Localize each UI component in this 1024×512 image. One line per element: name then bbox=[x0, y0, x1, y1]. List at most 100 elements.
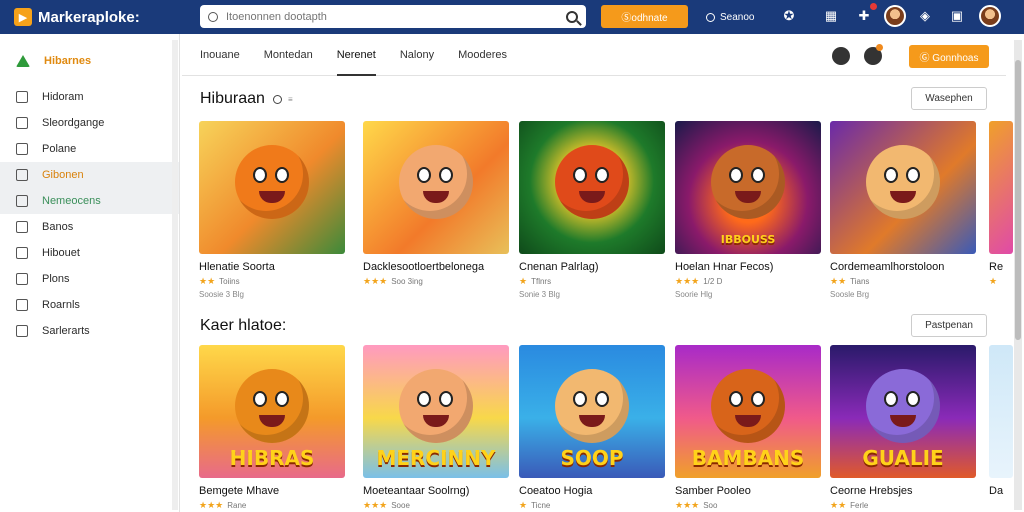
scroll-thumb[interactable] bbox=[1015, 60, 1021, 340]
game-title[interactable]: Da bbox=[989, 485, 1013, 497]
game-meta-text: Soo bbox=[703, 501, 718, 510]
puzzle-icon[interactable]: ✚ bbox=[856, 8, 872, 24]
game-thumbnail[interactable]: HIBRAS bbox=[199, 345, 345, 478]
game-thumbnail[interactable]: MERCINNY bbox=[363, 345, 509, 478]
game-title[interactable]: Dacklesootloertbelonega bbox=[363, 261, 509, 273]
avatar[interactable] bbox=[884, 5, 906, 27]
game-title[interactable]: Coeatoo Hogia bbox=[519, 485, 665, 497]
calendar-icon[interactable]: ▣ bbox=[949, 8, 965, 24]
tab-2[interactable]: Nerenet bbox=[336, 34, 376, 76]
sidebar-item-9[interactable]: Sarlerarts bbox=[0, 318, 179, 344]
home-icon bbox=[16, 55, 30, 67]
search-box[interactable] bbox=[200, 5, 586, 28]
tab-0[interactable]: Inouane bbox=[200, 34, 240, 76]
game-title[interactable]: Samber Pooleo bbox=[675, 485, 821, 497]
character-illustration bbox=[711, 145, 785, 219]
see-all-button-1[interactable]: Wasephen bbox=[911, 87, 987, 110]
eye bbox=[884, 391, 898, 407]
game-card[interactable]: HIBRAS Bemgete Mhave ★★★ Rane bbox=[199, 345, 345, 512]
character-illustration bbox=[399, 145, 473, 219]
character-illustration bbox=[866, 145, 940, 219]
character-illustration bbox=[711, 369, 785, 443]
game-thumbnail[interactable]: SOOP bbox=[519, 345, 665, 478]
game-title[interactable]: Re bbox=[989, 261, 1013, 273]
eye bbox=[906, 167, 920, 183]
game-card[interactable]: Re ★ bbox=[989, 121, 1013, 290]
tab-3[interactable]: Nalony bbox=[400, 34, 434, 76]
game-thumbnail[interactable] bbox=[989, 121, 1013, 254]
sidebar-item-3[interactable]: Gibonen bbox=[0, 162, 179, 188]
sidebar-item-label: Hidoram bbox=[42, 91, 84, 103]
sidebar-item-8[interactable]: Roarnls bbox=[0, 292, 179, 318]
page-scrollbar[interactable] bbox=[1014, 40, 1022, 510]
game-thumbnail[interactable] bbox=[519, 121, 665, 254]
mouth bbox=[890, 415, 916, 427]
see-all-button-2[interactable]: Pastpenan bbox=[911, 314, 987, 337]
tab-1[interactable]: Montedan bbox=[264, 34, 313, 76]
game-title[interactable]: Cordemeamlhorstoloon bbox=[830, 261, 976, 273]
sidebar-item-label: Sarlerarts bbox=[42, 325, 90, 337]
game-card[interactable]: Dacklesootloertbelonega ★★★ Soo 3ing bbox=[363, 121, 509, 290]
game-card[interactable]: Hlenatie Soorta ★★ Toiins Soosie 3 Blg bbox=[199, 121, 345, 299]
game-banner-text: HIBRAS bbox=[229, 446, 315, 470]
game-banner-text: GUALIE bbox=[862, 446, 944, 470]
grid-icon[interactable]: ▦ bbox=[823, 8, 839, 24]
top-search-link[interactable]: Seanoo bbox=[706, 0, 754, 34]
sidebar-item-4[interactable]: Nemeocens bbox=[0, 188, 179, 214]
logo[interactable]: ▶ Markeraploke: bbox=[14, 8, 194, 26]
search-icon[interactable] bbox=[272, 94, 282, 104]
eye bbox=[417, 167, 431, 183]
game-title[interactable]: Bemgete Mhave bbox=[199, 485, 345, 497]
notification-badge bbox=[876, 44, 883, 51]
user-avatar[interactable] bbox=[979, 5, 1001, 27]
game-card[interactable]: Cordemeamlhorstoloon ★★ Tians Soosle Brg bbox=[830, 121, 976, 299]
game-thumbnail[interactable] bbox=[989, 345, 1013, 478]
chat-icon[interactable] bbox=[832, 47, 850, 65]
sidebar-item-2[interactable]: Polane bbox=[0, 136, 179, 162]
mouth bbox=[259, 415, 285, 427]
game-card[interactable]: Cnenan Palrlag) ★ Tflnrs Sonie 3 Blg bbox=[519, 121, 665, 299]
game-thumbnail[interactable]: BAMBANS bbox=[675, 345, 821, 478]
top-action-button[interactable]: Ⓢodhnate bbox=[601, 5, 688, 28]
game-subtext: Sonie 3 Blg bbox=[519, 290, 560, 299]
game-rating: ★★ Ferle bbox=[830, 500, 976, 511]
game-card[interactable]: SOOP Coeatoo Hogia ★ Ticne bbox=[519, 345, 665, 512]
eye bbox=[751, 391, 765, 407]
game-title[interactable]: Hoelan Hnar Fecos) bbox=[675, 261, 821, 273]
sidebar-scrollbar[interactable] bbox=[172, 40, 178, 510]
game-thumbnail[interactable] bbox=[830, 121, 976, 254]
game-title[interactable]: Hlenatie Soorta bbox=[199, 261, 345, 273]
image-icon bbox=[16, 117, 28, 129]
sidebar-item-6[interactable]: Hibouet bbox=[0, 240, 179, 266]
sidebar-item-label: Nemeocens bbox=[42, 195, 101, 207]
game-title[interactable]: Moeteantaar Soolrng) bbox=[363, 485, 509, 497]
game-title[interactable]: Cnenan Palrlag) bbox=[519, 261, 665, 273]
star-rating-icon: ★★★ bbox=[675, 500, 700, 510]
game-thumbnail[interactable] bbox=[363, 121, 509, 254]
tabs-action-button[interactable]: Ⓖ Gonnhoas bbox=[909, 45, 989, 68]
search-input[interactable] bbox=[226, 10, 566, 23]
star-rating-icon: ★★★ bbox=[199, 500, 224, 510]
sidebar-item-7[interactable]: Plons bbox=[0, 266, 179, 292]
sidebar-item-home[interactable]: Hibarnes bbox=[0, 44, 179, 78]
tab-4[interactable]: Mooderes bbox=[458, 34, 507, 76]
sidebar-item-0[interactable]: Hidoram bbox=[0, 84, 179, 110]
eye bbox=[253, 391, 267, 407]
game-card[interactable]: IBBOUSS Hoelan Hnar Fecos) ★★★ 1/2 D Soorie … bbox=[675, 121, 821, 299]
search-icon[interactable] bbox=[566, 10, 578, 23]
game-card[interactable]: Da bbox=[989, 345, 1013, 512]
game-card[interactable]: MERCINNY Moeteantaar Soolrng) ★★★ Sooe bbox=[363, 345, 509, 512]
sidebar-item-label: Sleordgange bbox=[42, 117, 105, 129]
gamepad-icon[interactable]: ✪ bbox=[781, 8, 797, 24]
sidebar-item-1[interactable]: Sleordgange bbox=[0, 110, 179, 136]
game-thumbnail[interactable]: IBBOUSS bbox=[675, 121, 821, 254]
game-banner-text: BAMBANS bbox=[691, 446, 805, 470]
game-meta-text: Tflnrs bbox=[531, 277, 552, 286]
game-title[interactable]: Ceorne Hrebsjes bbox=[830, 485, 976, 497]
game-card[interactable]: BAMBANS Samber Pooleo ★★★ Soo bbox=[675, 345, 821, 512]
game-thumbnail[interactable] bbox=[199, 121, 345, 254]
game-card[interactable]: GUALIE Ceorne Hrebsjes ★★ Ferle bbox=[830, 345, 976, 512]
sidebar-item-5[interactable]: Banos bbox=[0, 214, 179, 240]
game-thumbnail[interactable]: GUALIE bbox=[830, 345, 976, 478]
tag-icon[interactable]: ◈ bbox=[917, 8, 933, 24]
